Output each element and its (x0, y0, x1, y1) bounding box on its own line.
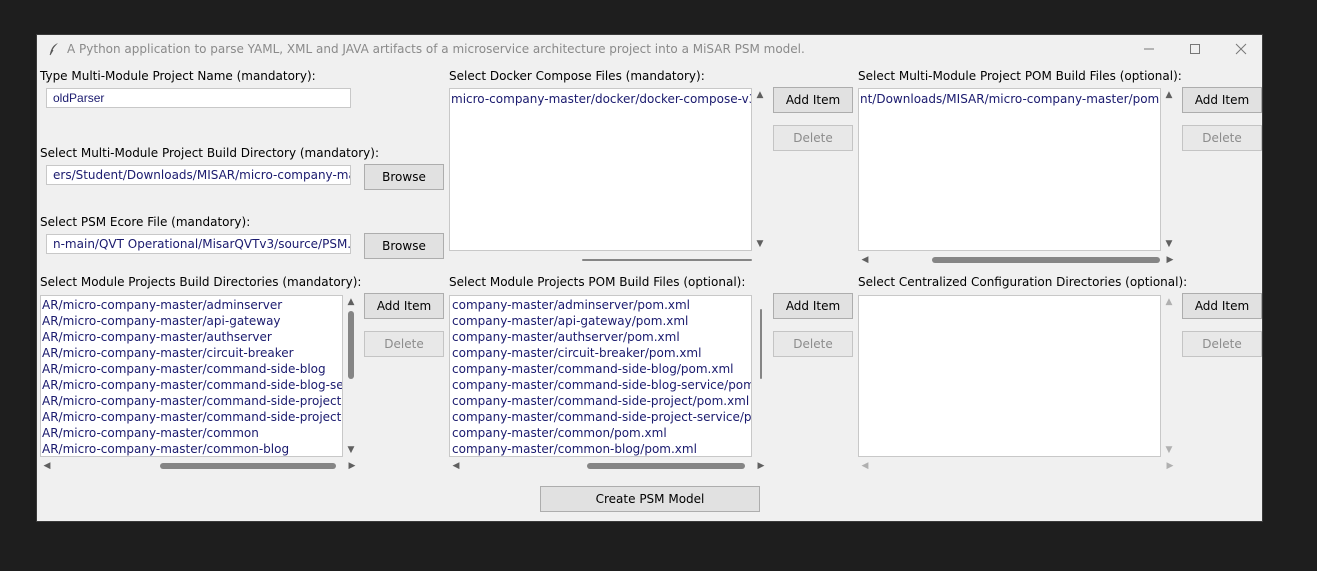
pom-build-files-delete-button[interactable]: Delete (1182, 125, 1262, 151)
docker-compose-delete-button[interactable]: Delete (773, 125, 853, 151)
list-item[interactable]: AR/micro-company-master/authserver (41, 329, 342, 345)
list-item[interactable]: AR/micro-company-master/command-side-pro… (41, 409, 342, 425)
scroll-thumb[interactable] (160, 463, 336, 469)
psm-ecore-input[interactable]: n-main/QVT Operational/MisarQVTv3/source… (46, 234, 351, 254)
close-icon (1235, 43, 1247, 55)
docker-compose-add-button[interactable]: Add Item (773, 87, 853, 113)
list-item[interactable]: AR/micro-company-master/command-side-pro… (41, 393, 342, 409)
scroll-up-icon[interactable]: ▲ (752, 88, 768, 102)
project-name-input[interactable] (46, 88, 351, 108)
scroll-thumb[interactable] (760, 309, 762, 379)
module-pom-files-list[interactable]: company-master/adminserver/pom.xml compa… (449, 295, 752, 457)
scroll-right-icon[interactable]: ▶ (345, 459, 359, 473)
scroll-right-icon[interactable]: ▶ (754, 459, 768, 473)
module-pom-files-delete-button[interactable]: Delete (773, 331, 853, 357)
module-build-dirs-list[interactable]: AR/micro-company-master/adminserver AR/m… (40, 295, 343, 457)
scroll-up-icon[interactable]: ▲ (343, 295, 359, 309)
scroll-thumb[interactable] (582, 259, 752, 261)
close-button[interactable] (1219, 35, 1263, 63)
docker-compose-vscrollbar[interactable]: ▲ ▼ (752, 88, 768, 251)
docker-compose-list[interactable]: micro-company-master/docker/docker-compo… (449, 88, 752, 251)
scroll-left-icon[interactable]: ◀ (858, 459, 872, 473)
config-dirs-add-button[interactable]: Add Item (1182, 293, 1262, 319)
app-window: A Python application to parse YAML, XML … (36, 34, 1263, 522)
scroll-up-icon[interactable]: ▲ (1161, 88, 1177, 102)
scroll-down-icon[interactable]: ▼ (1161, 443, 1177, 457)
pom-build-files-hscrollbar[interactable]: ◀ ▶ (858, 253, 1177, 267)
pom-build-files-list[interactable]: nt/Downloads/MISAR/micro-company-master/… (858, 88, 1161, 251)
pom-build-files-vscrollbar[interactable]: ▲ ▼ (1161, 88, 1177, 251)
module-build-dirs-delete-button[interactable]: Delete (364, 331, 444, 357)
list-item[interactable]: company-master/adminserver/pom.xml (451, 297, 751, 313)
feather-icon (47, 42, 61, 56)
list-item[interactable]: company-master/authserver/pom.xml (451, 329, 751, 345)
list-item[interactable]: AR/micro-company-master/adminserver (41, 297, 342, 313)
list-item[interactable]: nt/Downloads/MISAR/micro-company-master/… (859, 91, 1160, 107)
list-item[interactable]: company-master/command-side-project/pom.… (451, 393, 751, 409)
module-pom-files-vscrollbar[interactable] (752, 295, 768, 457)
pom-build-files-label: Select Multi-Module Project POM Build Fi… (858, 69, 1182, 83)
list-item[interactable]: AR/micro-company-master/api-gateway (41, 313, 342, 329)
pom-build-files-add-button[interactable]: Add Item (1182, 87, 1262, 113)
scroll-down-icon[interactable]: ▼ (752, 237, 768, 251)
scroll-right-icon[interactable]: ▶ (1163, 459, 1177, 473)
list-item[interactable]: AR/micro-company-master/command-side-blo… (41, 377, 342, 393)
list-item[interactable]: AR/micro-company-master/command-side-blo… (41, 361, 342, 377)
module-pom-files-add-button[interactable]: Add Item (773, 293, 853, 319)
list-item[interactable]: AR/micro-company-master/circuit-breaker (41, 345, 342, 361)
scroll-down-icon[interactable]: ▼ (1161, 237, 1177, 251)
scroll-left-icon[interactable]: ◀ (40, 459, 54, 473)
project-name-label: Type Multi-Module Project Name (mandator… (40, 69, 316, 83)
build-directory-label: Select Multi-Module Project Build Direct… (40, 146, 379, 160)
scroll-up-icon[interactable]: ▲ (1161, 295, 1177, 309)
maximize-button[interactable] (1173, 35, 1217, 63)
psm-ecore-browse-button[interactable]: Browse (364, 233, 444, 259)
title-bar: A Python application to parse YAML, XML … (37, 35, 1262, 63)
psm-ecore-label: Select PSM Ecore File (mandatory): (40, 215, 251, 229)
module-build-dirs-hscrollbar[interactable]: ◀ ▶ (40, 459, 359, 473)
docker-compose-hscrollbar[interactable] (449, 253, 752, 267)
minimize-button[interactable] (1127, 35, 1171, 63)
maximize-icon (1190, 44, 1200, 54)
list-item[interactable]: AR/micro-company-master/common (41, 425, 342, 441)
config-dirs-hscrollbar[interactable]: ◀ ▶ (858, 459, 1177, 473)
scroll-right-icon[interactable]: ▶ (1163, 253, 1177, 267)
scroll-down-icon[interactable]: ▼ (343, 443, 359, 457)
window-title: A Python application to parse YAML, XML … (67, 42, 805, 56)
module-build-dirs-label: Select Module Projects Build Directories… (40, 275, 362, 289)
module-build-dirs-add-button[interactable]: Add Item (364, 293, 444, 319)
build-directory-input[interactable]: ers/Student/Downloads/MISAR/micro-compan… (46, 165, 351, 185)
build-directory-browse-button[interactable]: Browse (364, 164, 444, 190)
config-dirs-vscrollbar[interactable]: ▲ ▼ (1161, 295, 1177, 457)
scroll-left-icon[interactable]: ◀ (449, 459, 463, 473)
list-item[interactable]: company-master/circuit-breaker/pom.xml (451, 345, 751, 361)
list-item[interactable]: company-master/command-side-blog-service… (451, 377, 751, 393)
config-dirs-label: Select Centralized Configuration Directo… (858, 275, 1188, 289)
create-psm-model-button[interactable]: Create PSM Model (540, 486, 760, 512)
scroll-thumb[interactable] (348, 311, 354, 379)
module-pom-files-hscrollbar[interactable]: ◀ ▶ (449, 459, 768, 473)
list-item[interactable]: AR/micro-company-master/common-blog (41, 441, 342, 456)
scroll-thumb[interactable] (587, 463, 745, 469)
config-dirs-list[interactable] (858, 295, 1161, 457)
scroll-thumb[interactable] (932, 257, 1160, 263)
module-pom-files-label: Select Module Projects POM Build Files (… (449, 275, 746, 289)
list-item[interactable]: company-master/common/pom.xml (451, 425, 751, 441)
list-item[interactable]: company-master/api-gateway/pom.xml (451, 313, 751, 329)
list-item[interactable]: company-master/command-side-project-serv… (451, 409, 751, 425)
config-dirs-delete-button[interactable]: Delete (1182, 331, 1262, 357)
list-item[interactable]: micro-company-master/docker/docker-compo… (450, 91, 751, 107)
minimize-icon (1144, 48, 1154, 50)
module-build-dirs-vscrollbar[interactable]: ▲ ▼ (343, 295, 359, 457)
list-item[interactable]: company-master/common-blog/pom.xml (451, 441, 751, 456)
docker-compose-label: Select Docker Compose Files (mandatory): (449, 69, 705, 83)
scroll-left-icon[interactable]: ◀ (858, 253, 872, 267)
list-item[interactable]: company-master/command-side-blog/pom.xml (451, 361, 751, 377)
